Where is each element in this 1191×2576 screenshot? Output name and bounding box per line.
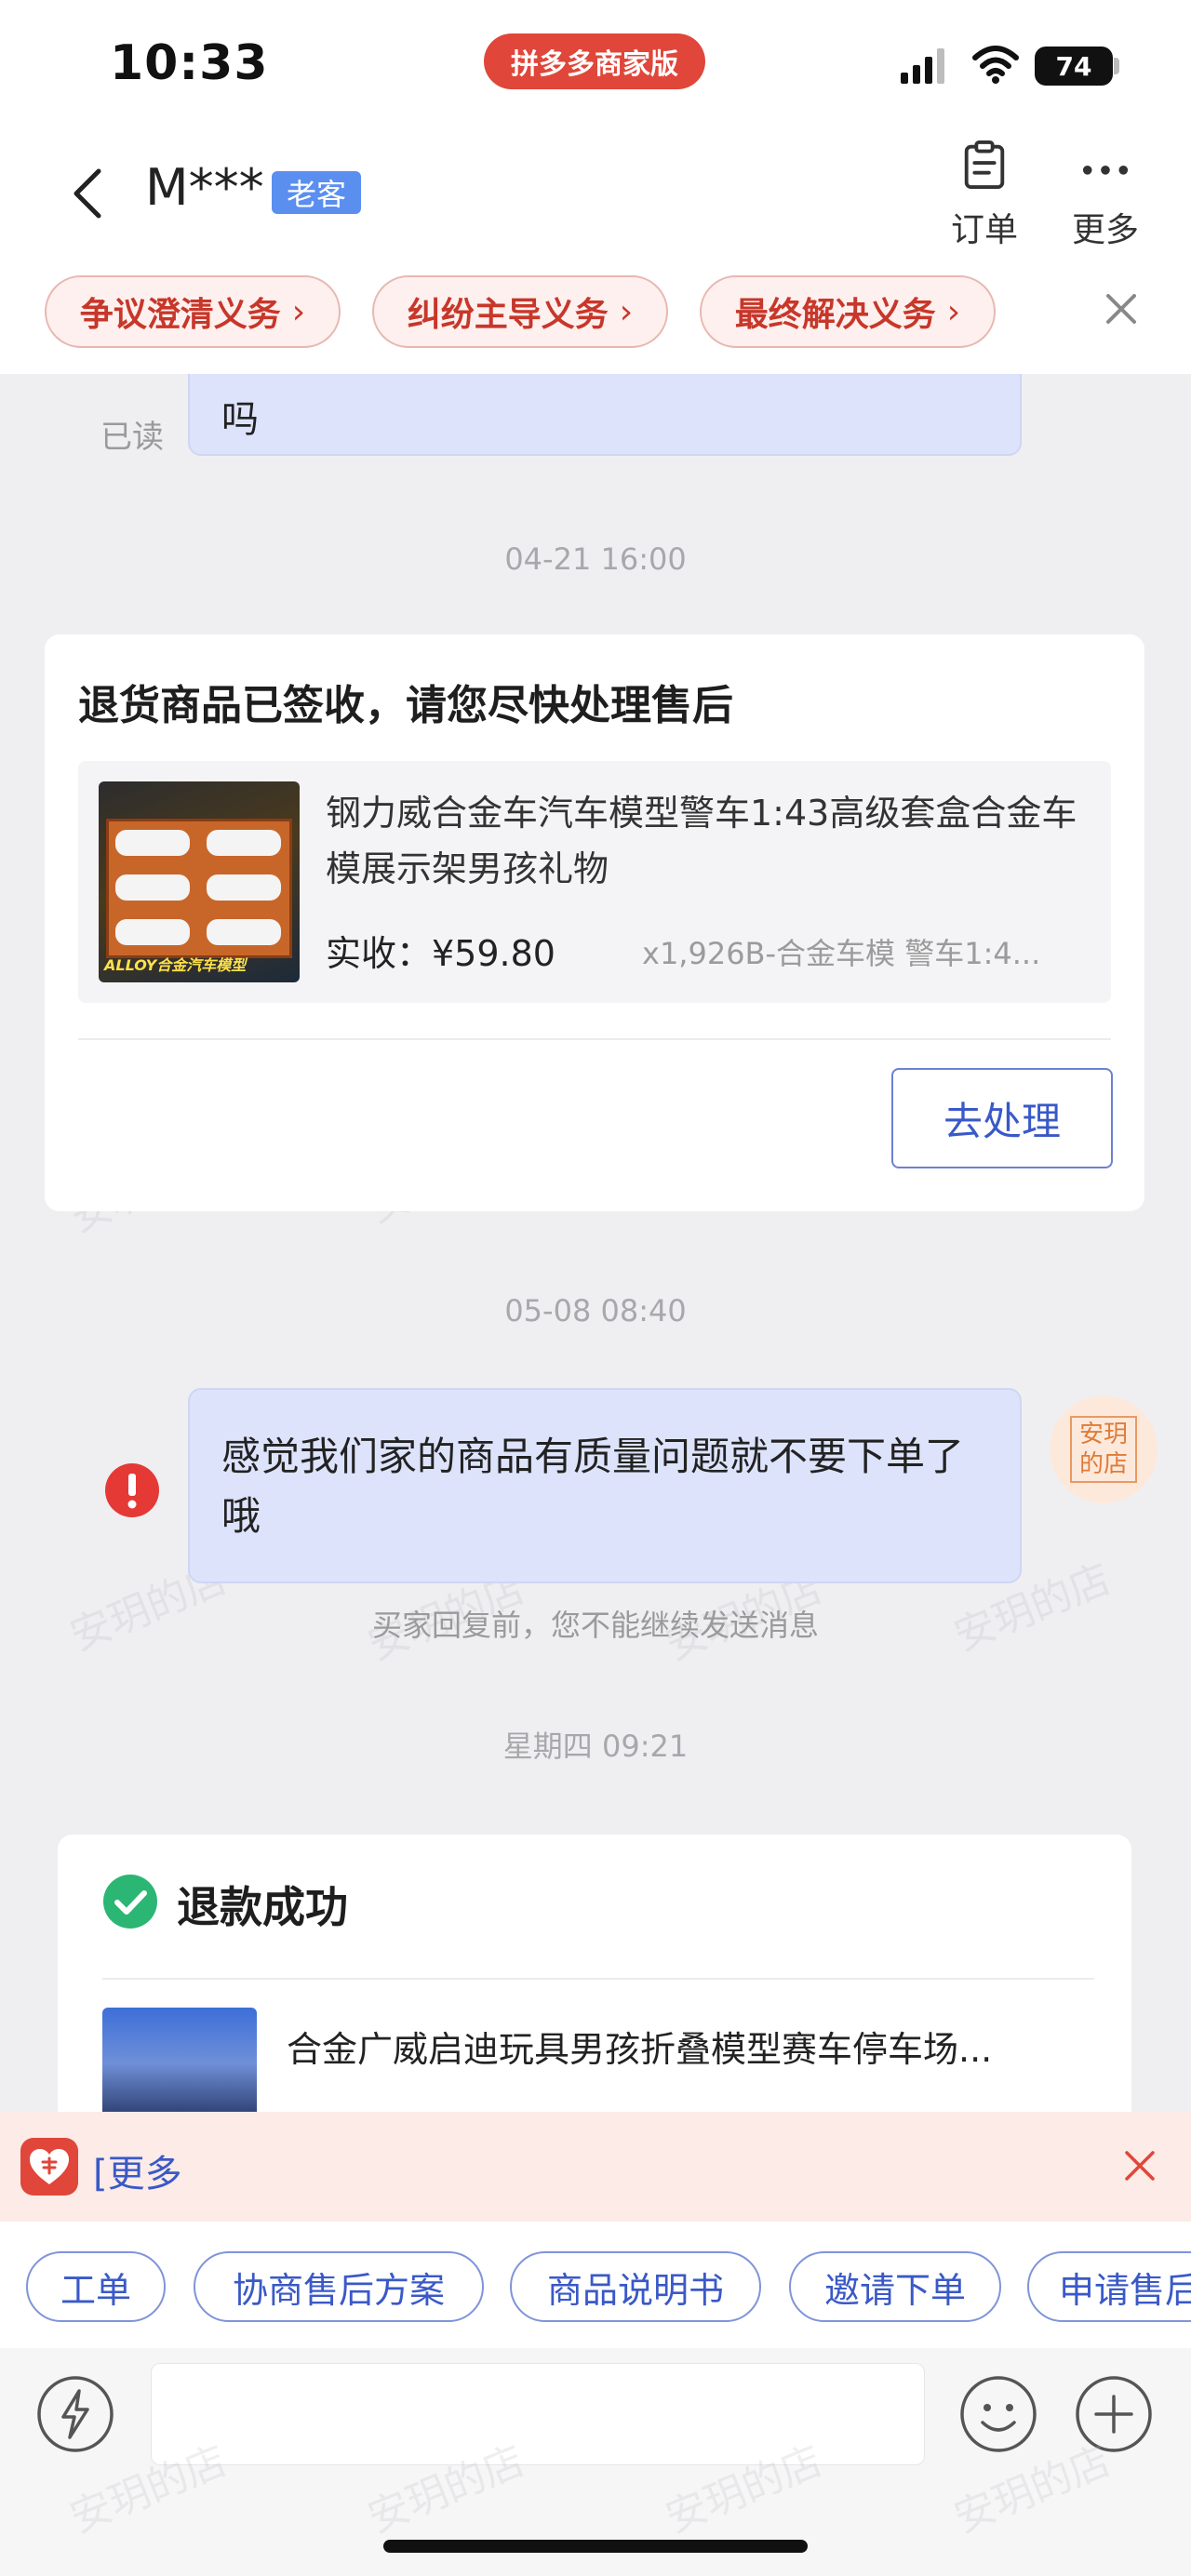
sent-message-bubble: 感觉我们家的商品有质量问题就不要下单了哦 [188, 1388, 1022, 1583]
return-received-card: 退货商品已签收，请您尽快处理售后 ALLOY合金汽车模型 钢力威合金车汽车模型警… [45, 634, 1144, 1211]
more-label: 更多 [1071, 211, 1139, 249]
back-icon[interactable] [65, 166, 112, 221]
divider [102, 1978, 1094, 1980]
chip-label: 纠纷主导义务 [407, 296, 609, 334]
pdd-logo-icon [20, 2138, 78, 2196]
app-name-pill: 拼多多商家版 [484, 33, 705, 89]
battery-cap [1114, 58, 1119, 74]
status-time: 10:33 [110, 35, 269, 91]
product-row[interactable]: ALLOY合金汽车模型 钢力威合金车汽车模型警车1:43高级套盒合金车模展示架男… [78, 761, 1111, 1003]
customer-tag: 老客 [272, 171, 361, 214]
toy-car [207, 830, 281, 856]
chip-dispute-clarify[interactable]: 争议澄清义务 › [45, 275, 341, 348]
chevron-right-icon: › [946, 292, 961, 331]
battery-indicator: 74 [1035, 47, 1113, 86]
chip-final-resolve[interactable]: 最终解决义务 › [700, 275, 996, 348]
toy-car [115, 874, 190, 901]
home-indicator [383, 2540, 808, 2553]
product-sku: x1,926B-合金车模 警车1:4... [642, 936, 1041, 971]
chip-label: 争议澄清义务 [79, 296, 281, 334]
quick-action-manual[interactable]: 商品说明书 [510, 2251, 761, 2322]
clipboard-icon [964, 140, 1005, 190]
signal-icon [901, 48, 944, 84]
read-status: 已读 [100, 419, 164, 456]
chat-title: M*** [145, 158, 264, 217]
toy-car [115, 830, 190, 856]
toy-car [207, 874, 281, 901]
close-icon[interactable] [1103, 290, 1140, 327]
avatar[interactable]: 安玥的店 [1050, 1395, 1158, 1503]
product-name: 钢力威合金车汽车模型警车1:43高级套盒合金车模展示架男孩礼物 [326, 793, 1077, 889]
chevron-right-icon: › [619, 292, 634, 331]
timestamp: 星期四 09:21 [502, 1728, 689, 1764]
more-dots-icon [1082, 165, 1129, 175]
quick-reply-lightning-icon[interactable] [35, 2374, 115, 2454]
send-restriction-notice: 买家回复前，您不能继续发送消息 [371, 1608, 819, 1643]
plus-icon[interactable] [1074, 2374, 1154, 2454]
product-thumbnail [102, 2008, 257, 2112]
divider [78, 1038, 1111, 1040]
quick-action-ticket[interactable]: 工单 [26, 2251, 166, 2322]
quick-action-apply-aftersale[interactable]: 申请售后 [1027, 2251, 1191, 2322]
sent-message-bubble: 吗 [188, 374, 1022, 456]
handle-button[interactable]: 去处理 [891, 1068, 1113, 1168]
refund-success-card[interactable]: 退款成功 合金广威启迪玩具男孩折叠模型赛车停车场... [58, 1835, 1131, 2112]
order-button[interactable]: 订单 [949, 140, 1020, 251]
more-button[interactable]: 更多 [1066, 140, 1144, 251]
product-name: 合金广威启迪玩具男孩折叠模型赛车停车场... [287, 2029, 993, 2070]
check-circle-icon [103, 1875, 157, 1929]
message-text: 感觉我们家的商品有质量问题就不要下单了哦 [221, 1434, 965, 1539]
shop-avatar-text: 安玥的店 [1070, 1416, 1137, 1483]
timestamp: 05-08 08:40 [504, 1293, 687, 1328]
chat-scroll-area[interactable]: 安玥的店 安玥的店 安玥的店 安玥的店 安玥的店 安玥的店 安玥的店 安玥的店 … [0, 374, 1191, 2112]
timestamp: 04-21 16:00 [504, 541, 687, 577]
toy-car [115, 919, 190, 945]
card-title: 退货商品已签收，请您尽快处理售后 [78, 682, 733, 729]
chevron-right-icon: › [291, 292, 306, 331]
wifi-icon [972, 46, 1019, 84]
paid-amount: 实收：¥59.80 [326, 933, 555, 974]
emoji-icon[interactable] [958, 2374, 1038, 2454]
quick-action-negotiate[interactable]: 协商售后方案 [194, 2251, 484, 2322]
quick-action-invite-order[interactable]: 邀请下单 [789, 2251, 1001, 2322]
send-failed-icon[interactable] [104, 1462, 160, 1518]
product-thumbnail: ALLOY合金汽车模型 [99, 781, 300, 982]
chip-dispute-lead[interactable]: 纠纷主导义务 › [372, 275, 668, 348]
message-text: 吗 [221, 398, 259, 441]
order-label: 订单 [950, 211, 1018, 249]
close-icon[interactable] [1121, 2147, 1158, 2184]
banner-text[interactable]: [更多 [93, 2143, 182, 2197]
thumbnail-brand-text: ALLOY合金汽车模型 [104, 956, 247, 974]
chip-label: 最终解决义务 [734, 296, 936, 334]
message-input[interactable] [151, 2363, 925, 2465]
toy-car [207, 919, 281, 945]
heart-logo-icon [30, 2149, 69, 2184]
refund-status: 退款成功 [177, 1882, 348, 1932]
